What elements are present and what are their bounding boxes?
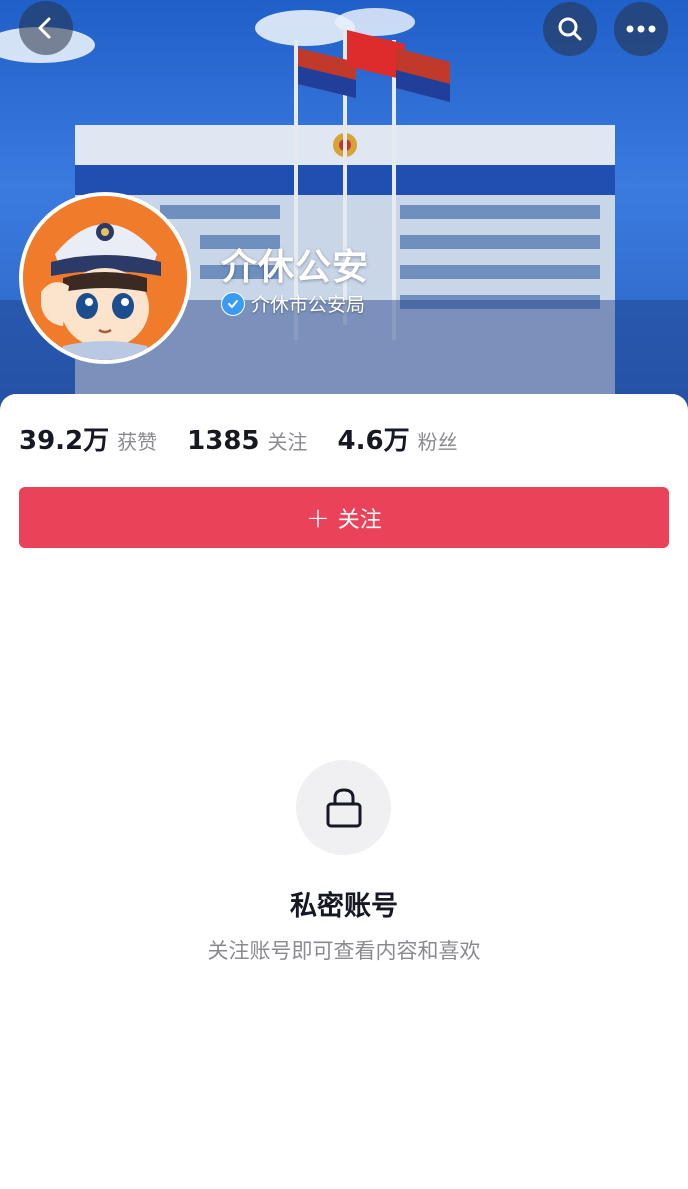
- police-cartoon-avatar-image: [23, 196, 187, 360]
- stat-followers-label: 粉丝: [417, 430, 458, 454]
- follow-button[interactable]: + 关注: [19, 487, 669, 548]
- account-name: 介休公安: [221, 247, 370, 288]
- more-options-button[interactable]: [614, 2, 668, 56]
- stat-likes-label: 获赞: [117, 430, 158, 454]
- verified-label: 介休市公安局: [251, 294, 366, 316]
- search-button[interactable]: [543, 2, 597, 56]
- follow-button-label: 关注: [337, 507, 382, 533]
- verified-check-icon: [221, 291, 245, 316]
- chevron-left-icon: [38, 17, 51, 39]
- profile-content: 39.2万 获赞 1385 关注 4.6万 粉丝 + 关注 私密账号 关注账号即…: [0, 394, 688, 1189]
- stat-likes[interactable]: 39.2万 获赞: [19, 420, 157, 457]
- verification-row: 介休市公安局: [221, 290, 365, 317]
- stat-likes-value: 39.2万: [19, 426, 110, 456]
- more-dots-icon: [626, 25, 656, 33]
- private-lock-badge: [296, 760, 391, 855]
- private-account-title: 私密账号: [290, 891, 398, 922]
- stats-row: 39.2万 获赞 1385 关注 4.6万 粉丝: [19, 420, 488, 457]
- search-icon: [558, 17, 582, 41]
- private-account-description: 关注账号即可查看内容和喜欢: [207, 939, 481, 963]
- stat-followers-value: 4.6万: [337, 426, 410, 456]
- stat-following-value: 1385: [187, 426, 260, 456]
- stat-following-label: 关注: [267, 430, 308, 454]
- stat-following[interactable]: 1385 关注: [187, 426, 307, 456]
- back-button[interactable]: [19, 1, 73, 55]
- lock-icon: [326, 787, 361, 827]
- avatar[interactable]: [19, 192, 191, 364]
- profile-header: 介休公安 介休市公安局: [0, 0, 688, 410]
- plus-icon: +: [306, 501, 330, 534]
- stat-followers[interactable]: 4.6万 粉丝: [338, 420, 458, 457]
